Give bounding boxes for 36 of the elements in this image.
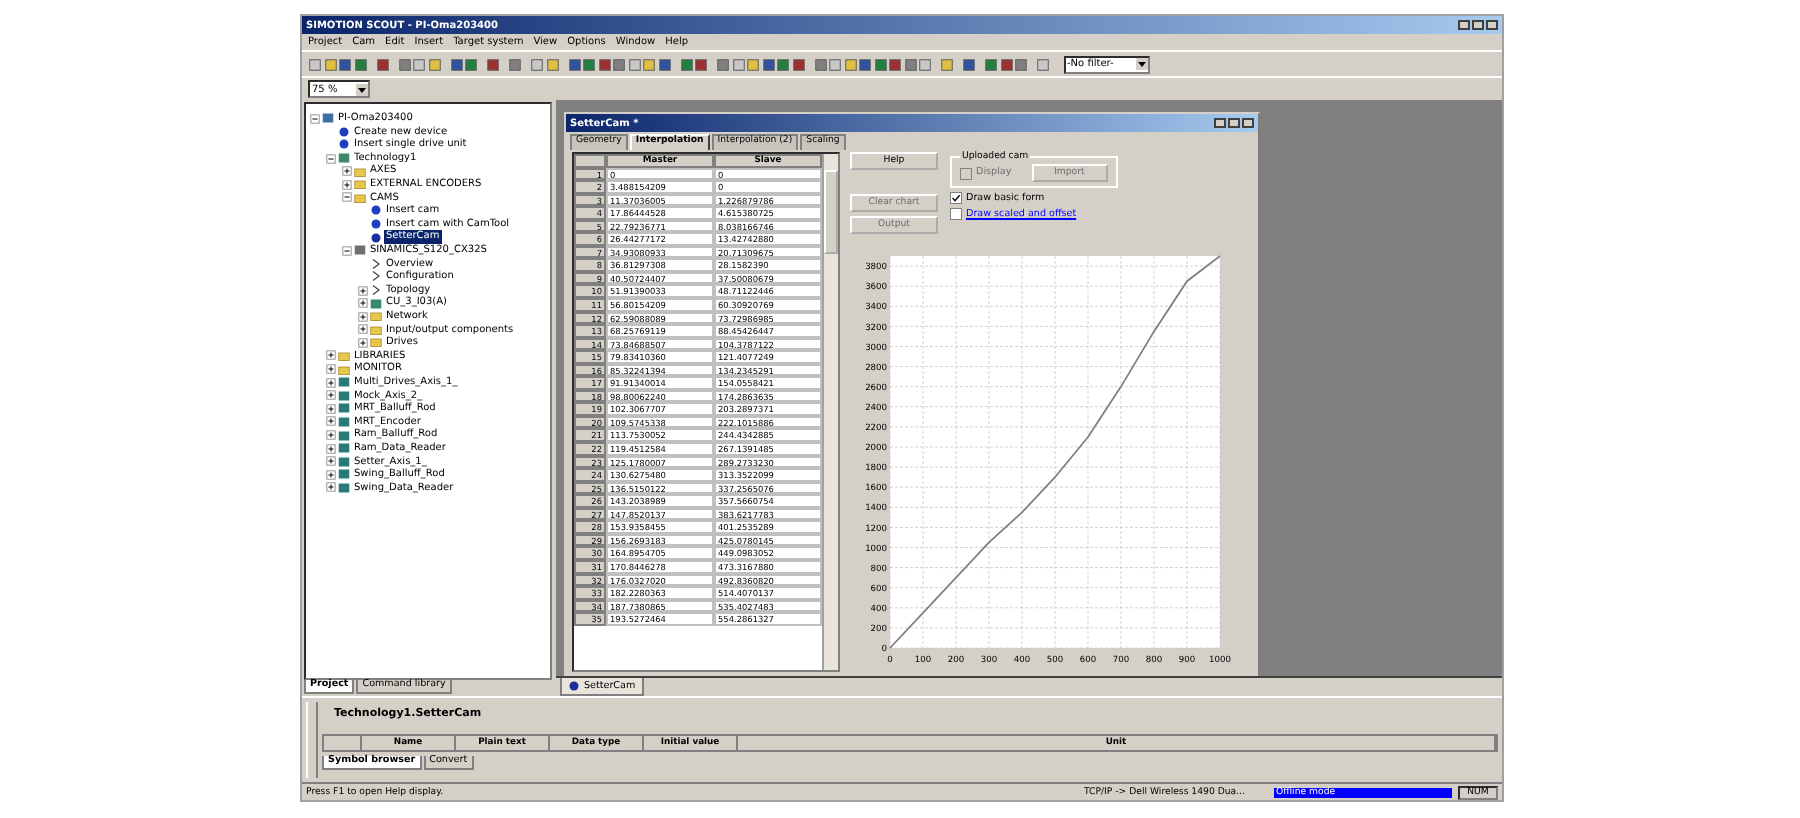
expand-icon[interactable] xyxy=(326,469,336,480)
expand-icon[interactable] xyxy=(326,390,336,401)
node-icon xyxy=(354,244,366,257)
node-icon xyxy=(322,112,334,125)
close-button[interactable] xyxy=(1486,20,1498,30)
expand-icon[interactable] xyxy=(326,350,336,361)
expand-icon[interactable] xyxy=(326,430,336,441)
expand-icon[interactable] xyxy=(326,403,336,414)
cam-icon xyxy=(568,680,580,692)
minimize-button[interactable] xyxy=(1458,20,1470,30)
checkbox[interactable] xyxy=(950,192,962,204)
expand-icon[interactable] xyxy=(326,377,336,388)
expand-icon[interactable] xyxy=(358,285,368,296)
checkbox[interactable] xyxy=(950,208,962,220)
dropdown-arrow-icon xyxy=(356,83,368,95)
minimize-button[interactable] xyxy=(1214,118,1226,128)
collapse-icon[interactable] xyxy=(342,245,352,256)
close-button[interactable] xyxy=(1242,118,1254,128)
expand-icon[interactable] xyxy=(358,324,368,335)
collapse-icon[interactable] xyxy=(342,192,352,203)
collapse-icon[interactable] xyxy=(310,113,320,124)
expand-icon[interactable] xyxy=(326,364,336,375)
expand-icon[interactable] xyxy=(342,166,352,177)
collapse-icon[interactable] xyxy=(326,153,336,164)
expand-icon[interactable] xyxy=(358,311,368,322)
maximize-button[interactable] xyxy=(1228,118,1240,128)
expand-icon[interactable] xyxy=(326,416,336,427)
maximize-button[interactable] xyxy=(1472,20,1484,30)
vertical-scrollbar[interactable] xyxy=(822,154,838,670)
dropdown-arrow-icon xyxy=(1135,58,1147,70)
expand-icon[interactable] xyxy=(358,298,368,309)
expand-icon[interactable] xyxy=(326,482,336,493)
expand-icon[interactable] xyxy=(358,337,368,348)
expand-icon[interactable] xyxy=(326,443,336,454)
expand-icon[interactable] xyxy=(342,179,352,190)
expand-icon[interactable] xyxy=(326,456,336,467)
